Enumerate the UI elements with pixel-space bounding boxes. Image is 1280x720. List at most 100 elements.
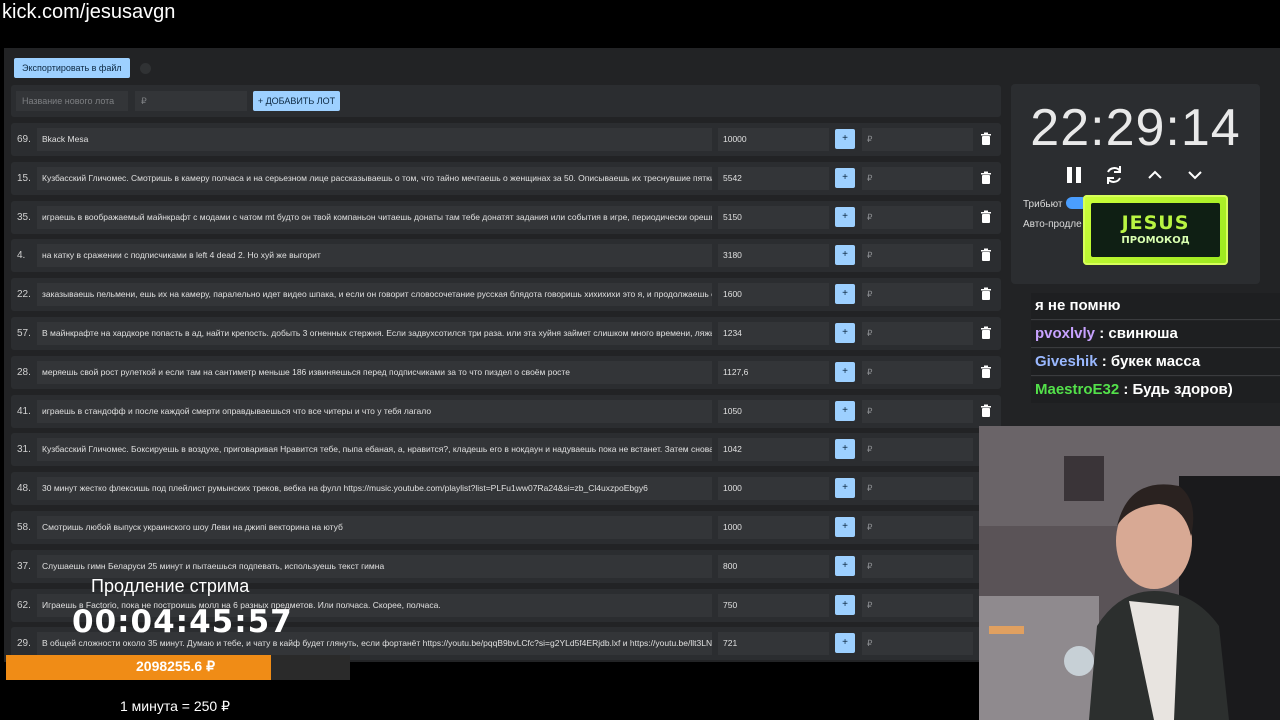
- lot-row: 41. играешь в стандофф и после каждой сме…: [11, 395, 1001, 428]
- lot-title-input[interactable]: Слушаешь гимн Беларуси 25 минут и пытаеш…: [37, 555, 712, 578]
- lot-title-input[interactable]: Кузбасский Гличомес. Боксируешь в воздух…: [37, 438, 712, 461]
- lot-add-button[interactable]: +: [835, 439, 855, 459]
- lot-title-input[interactable]: Кузбасский Гличомес. Смотришь в камеру п…: [37, 167, 712, 190]
- lot-amount-input[interactable]: 721: [718, 632, 829, 655]
- lot-amount-input[interactable]: 750: [718, 594, 829, 617]
- extension-label: Продление стрима: [91, 576, 250, 596]
- lot-row: 57. В майнкрафте на хардкоре попасть в ад…: [11, 317, 1001, 350]
- lot-title-input[interactable]: играешь в стандофф и после каждой смерти…: [37, 400, 712, 423]
- trash-icon[interactable]: [979, 132, 993, 146]
- lot-row: 31. Кузбасский Гличомес. Боксируешь в воз…: [11, 433, 1001, 466]
- webcam-feed: [979, 426, 1280, 720]
- lot-add-amount-input[interactable]: ₽: [862, 322, 973, 345]
- lot-amount-input[interactable]: 1127,6: [718, 361, 829, 384]
- lot-amount-input[interactable]: 1600: [718, 283, 829, 306]
- lot-row: 15. Кузбасский Гличомес. Смотришь в камер…: [11, 162, 1001, 195]
- lot-title-input[interactable]: играешь в воображаемый майнкрафт с модам…: [37, 206, 712, 229]
- export-button[interactable]: Экспортировать в файл: [14, 58, 130, 78]
- lot-amount-input[interactable]: 1234: [718, 322, 829, 345]
- trash-icon[interactable]: [979, 326, 993, 340]
- new-lot-name-input[interactable]: Название нового лота: [16, 91, 128, 111]
- lot-amount-input[interactable]: 800: [718, 555, 829, 578]
- lot-amount-input[interactable]: 1000: [718, 477, 829, 500]
- promo-brand: JESUS: [1121, 212, 1190, 234]
- lot-title-input[interactable]: на катку в сражении с подписчиками в lef…: [37, 244, 712, 267]
- add-lot-button[interactable]: + ДОБАВИТЬ ЛОТ: [253, 91, 340, 111]
- lot-amount-input[interactable]: 1050: [718, 400, 829, 423]
- chat-message: я не помню: [1031, 293, 1280, 319]
- lot-add-button[interactable]: +: [835, 284, 855, 304]
- lot-add-button[interactable]: +: [835, 633, 855, 653]
- trash-icon[interactable]: [979, 248, 993, 262]
- browser-url-bar: kick.com/jesusavgn: [0, 0, 1280, 48]
- lot-add-amount-input[interactable]: ₽: [862, 206, 973, 229]
- lot-add-amount-input[interactable]: ₽: [862, 594, 973, 617]
- chat-username: pvoxlvly: [1035, 325, 1096, 342]
- lot-title-input[interactable]: меряешь свой рост рулеткой и если там на…: [37, 361, 712, 384]
- trash-icon[interactable]: [979, 365, 993, 379]
- chat-divider: [1031, 375, 1280, 376]
- promo-inner: JESUS ПРОМОКОД: [1091, 203, 1220, 257]
- lot-rank: 22.: [17, 289, 31, 300]
- lot-rank: 41.: [17, 406, 31, 417]
- pause-icon[interactable]: [1063, 164, 1085, 186]
- lot-row: 35. играешь в воображаемый майнкрафт с мо…: [11, 201, 1001, 234]
- lot-add-button[interactable]: +: [835, 401, 855, 421]
- lot-rank: 58.: [17, 522, 31, 533]
- lot-add-button[interactable]: +: [835, 517, 855, 537]
- lot-add-button[interactable]: +: [835, 556, 855, 576]
- lot-amount-input[interactable]: 1000: [718, 516, 829, 539]
- lot-add-amount-input[interactable]: ₽: [862, 167, 973, 190]
- webcam-image: [979, 426, 1280, 720]
- lot-add-amount-input[interactable]: ₽: [862, 438, 973, 461]
- chat-message: MaestroE32 : Будь здоров): [1031, 377, 1280, 403]
- lot-add-amount-input[interactable]: ₽: [862, 632, 973, 655]
- lot-amount-input[interactable]: 10000: [718, 128, 829, 151]
- lot-amount-input[interactable]: 5542: [718, 167, 829, 190]
- tribute-label: Трибьют: [1023, 199, 1063, 210]
- lot-rank: 4.: [17, 250, 26, 261]
- lot-add-button[interactable]: +: [835, 168, 855, 188]
- lot-rank: 62.: [17, 600, 31, 611]
- lot-row: 22. заказываешь пельмени, ешь их на камер…: [11, 278, 1001, 311]
- lot-add-amount-input[interactable]: ₽: [862, 400, 973, 423]
- reset-icon[interactable]: [1103, 164, 1125, 186]
- lot-add-button[interactable]: +: [835, 245, 855, 265]
- lot-amount-input[interactable]: 1042: [718, 438, 829, 461]
- trash-icon[interactable]: [979, 287, 993, 301]
- lot-rank: 15.: [17, 173, 31, 184]
- lot-title-input[interactable]: заказываешь пельмени, ешь их на камеру, …: [37, 283, 712, 306]
- lot-add-amount-input[interactable]: ₽: [862, 128, 973, 151]
- lot-title-input[interactable]: Смотришь любой выпуск украинского шоу Ле…: [37, 516, 712, 539]
- status-indicator: [140, 63, 151, 74]
- lot-add-button[interactable]: +: [835, 362, 855, 382]
- chat-username: MaestroE32: [1035, 381, 1120, 398]
- lot-add-amount-input[interactable]: ₽: [862, 477, 973, 500]
- new-lot-price-input[interactable]: ₽: [135, 91, 247, 111]
- lot-add-amount-input[interactable]: ₽: [862, 283, 973, 306]
- chevron-up-icon[interactable]: [1144, 164, 1166, 186]
- lot-title-input[interactable]: Bkack Mesa: [37, 128, 712, 151]
- lot-add-button[interactable]: +: [835, 478, 855, 498]
- lot-add-button[interactable]: +: [835, 595, 855, 615]
- lot-amount-input[interactable]: 3180: [718, 244, 829, 267]
- chevron-down-icon[interactable]: [1184, 164, 1206, 186]
- lot-row: 4. на катку в сражении с подписчиками в l…: [11, 239, 1001, 272]
- extension-timer: 00:04:45:57: [72, 604, 293, 640]
- timer-display: 22:29:14: [1030, 99, 1241, 157]
- trash-icon[interactable]: [979, 404, 993, 418]
- lot-add-amount-input[interactable]: ₽: [862, 244, 973, 267]
- lot-add-button[interactable]: +: [835, 129, 855, 149]
- trash-icon[interactable]: [979, 210, 993, 224]
- lot-rank: 57.: [17, 328, 31, 339]
- lot-row: 48. 30 минут жестко флексишь под плейлист…: [11, 472, 1001, 505]
- lot-add-amount-input[interactable]: ₽: [862, 555, 973, 578]
- trash-icon[interactable]: [979, 171, 993, 185]
- lot-add-amount-input[interactable]: ₽: [862, 361, 973, 384]
- lot-add-button[interactable]: +: [835, 207, 855, 227]
- lot-title-input[interactable]: 30 минут жестко флексишь под плейлист ру…: [37, 477, 712, 500]
- lot-add-button[interactable]: +: [835, 323, 855, 343]
- lot-title-input[interactable]: В майнкрафте на хардкоре попасть в ад, н…: [37, 322, 712, 345]
- lot-add-amount-input[interactable]: ₽: [862, 516, 973, 539]
- lot-amount-input[interactable]: 5150: [718, 206, 829, 229]
